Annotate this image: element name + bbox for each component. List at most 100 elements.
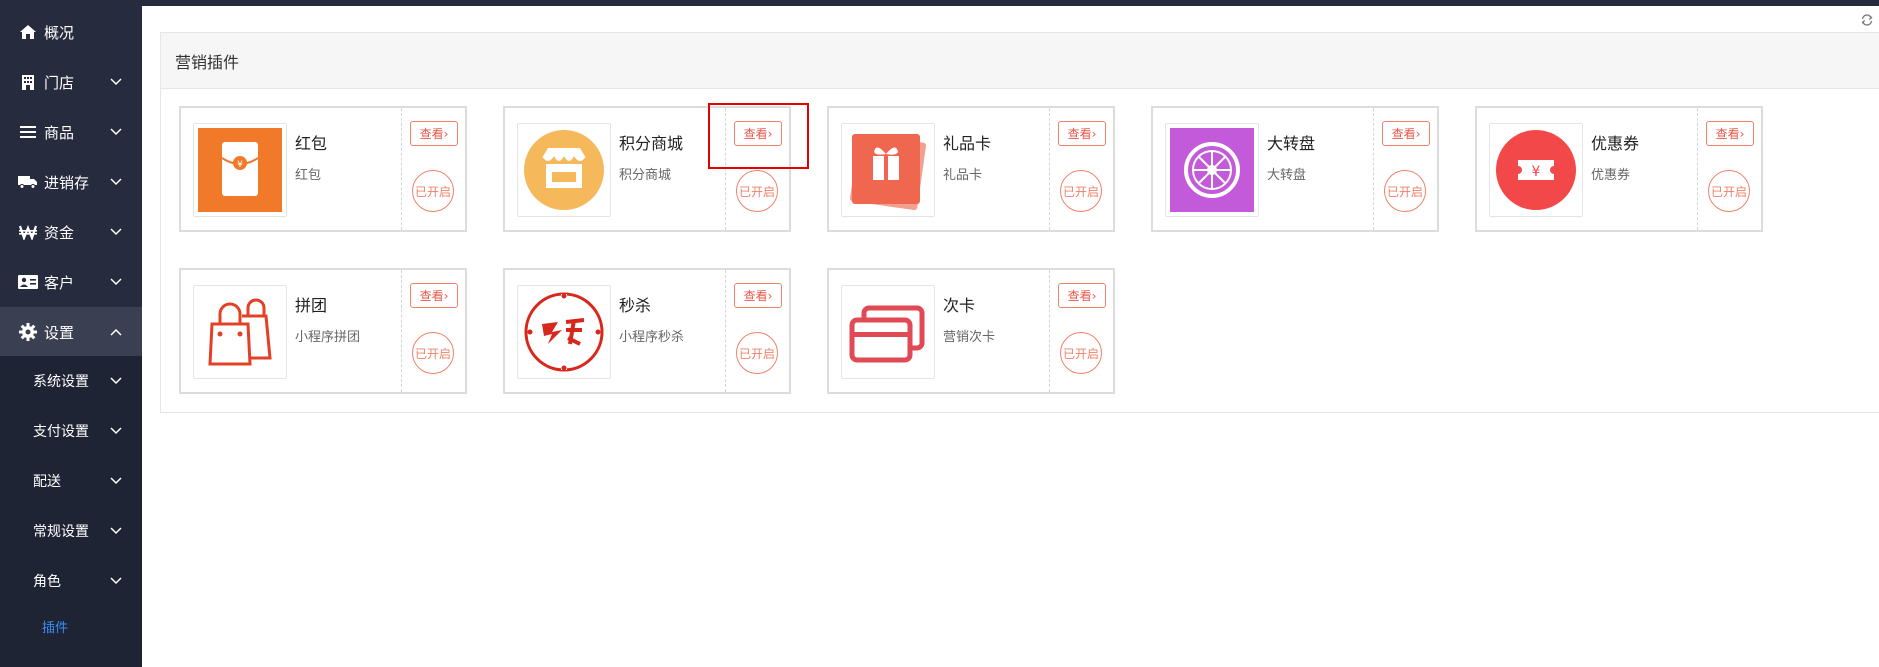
view-button[interactable]: 查看 › [410,121,458,146]
plugin-description: 大转盘 [1267,168,1307,183]
sidebar-item-label: 客户 [44,273,75,292]
sidebar-item-inventory[interactable]: 进销存 [0,157,142,207]
submenu-item-system-settings[interactable]: 系统设置 [0,356,142,406]
sidebar: 概况 门店 商品 进销存 资金 客户 设置 系统设置 支付设置 配送 常规设置 … [0,0,142,667]
submenu-item-label: 角色 [33,574,61,590]
chevron-right-icon: › [1415,126,1421,141]
gear-icon [18,323,38,341]
view-button[interactable]: 查看 › [734,283,782,308]
submenu-item-general-settings[interactable]: 常规设置 [0,506,142,556]
status-badge: 已开启 [736,170,778,212]
divider [725,270,726,392]
divider [1697,108,1698,230]
shopping-bags-icon [193,285,287,379]
plugin-title: 拼团 [295,296,328,315]
view-button[interactable]: 查看 › [1706,121,1754,146]
status-badge: 已开启 [1060,332,1102,374]
submenu-item-plugins[interactable]: 插件 [0,608,142,644]
top-bar [142,0,1879,6]
submenu-item-roles[interactable]: 角色 [0,556,142,606]
view-button-label: 查看 [743,289,768,303]
view-button[interactable]: 查看 › [1382,121,1430,146]
plugin-card-group-buy: 拼团 小程序拼团 查看 › 已开启 [179,268,467,394]
chevron-right-icon: › [443,288,449,303]
divider [1049,108,1050,230]
plugin-title: 大转盘 [1267,134,1316,153]
view-button[interactable]: 查看 › [1058,283,1106,308]
divider [725,108,726,230]
chevron-up-icon [110,326,122,338]
view-button-label: 查看 [419,127,444,141]
submenu-item-payment-settings[interactable]: 支付设置 [0,406,142,456]
view-button-label: 查看 [743,127,768,141]
sidebar-item-funds[interactable]: 资金 [0,207,142,257]
plugin-description: 红包 [295,168,322,183]
chevron-down-icon [110,276,122,288]
wheel-icon [1165,123,1259,217]
view-button-label: 查看 [1067,289,1092,303]
chevron-down-icon [110,525,122,537]
plugin-title: 秒杀 [619,296,652,315]
plugin-title: 积分商城 [619,134,684,153]
red-envelope-icon: ¥ [193,123,287,217]
plugin-card-flash-sale: 秒杀 小程序秒杀 查看 › 已开启 [503,268,791,394]
chevron-down-icon [110,226,122,238]
divider [401,270,402,392]
home-icon [18,23,38,41]
plugin-description: 礼品卡 [943,168,983,183]
flash-sale-icon [517,285,611,379]
divider [401,108,402,230]
plugin-title: 次卡 [943,296,976,315]
chevron-down-icon [110,425,122,437]
status-badge: 已开启 [412,332,454,374]
refresh-icon[interactable] [1860,12,1874,26]
plugin-title: 礼品卡 [943,134,992,153]
sidebar-item-label: 商品 [44,123,75,142]
gift-card-icon [841,123,935,217]
sidebar-item-label: 进销存 [44,173,90,192]
list-icon [18,123,38,141]
svg-text:¥: ¥ [237,160,243,170]
svg-text:¥: ¥ [1532,164,1541,180]
submenu-item-label: 插件 [42,620,69,636]
sidebar-item-label: 概况 [44,23,75,42]
plugin-description: 优惠券 [1591,168,1631,183]
store-icon [517,123,611,217]
sidebar-item-settings[interactable]: 设置 [0,307,142,357]
chevron-right-icon: › [1739,126,1745,141]
chevron-down-icon [110,76,122,88]
won-icon [18,223,38,241]
sidebar-item-stores[interactable]: 门店 [0,57,142,107]
chevron-right-icon: › [767,288,773,303]
plugin-description: 营销次卡 [943,330,996,345]
plugin-card-lucky-wheel: 大转盘 大转盘 查看 › 已开启 [1151,106,1439,232]
chevron-right-icon: › [1091,126,1097,141]
sidebar-item-products[interactable]: 商品 [0,107,142,157]
truck-icon [18,173,38,191]
plugin-card-red-envelope: ¥ 红包 红包 查看 › 已开启 [179,106,467,232]
building-icon [18,73,38,91]
sidebar-item-overview[interactable]: 概况 [0,7,142,57]
chevron-down-icon [110,375,122,387]
sidebar-item-customers[interactable]: 客户 [0,257,142,307]
chevron-right-icon: › [443,126,449,141]
divider [1049,270,1050,392]
sidebar-item-label: 资金 [44,223,75,242]
divider [1373,108,1374,230]
plugin-title: 红包 [295,134,328,153]
plugin-description: 积分商城 [619,168,672,183]
plugin-card-coupon: ¥ 优惠券 优惠券 查看 › 已开启 [1475,106,1763,232]
view-button[interactable]: 查看 › [734,121,782,146]
view-button[interactable]: 查看 › [1058,121,1106,146]
chevron-down-icon [110,475,122,487]
coupon-icon: ¥ [1489,123,1583,217]
sidebar-item-label: 门店 [44,73,75,92]
plugin-title: 优惠券 [1591,134,1640,153]
plugin-card-points-mall: 积分商城 积分商城 查看 › 已开启 [503,106,791,232]
view-button[interactable]: 查看 › [410,283,458,308]
plugin-description: 小程序秒杀 [619,330,685,345]
submenu-item-delivery[interactable]: 配送 [0,456,142,506]
submenu-item-label: 支付设置 [33,424,89,440]
submenu-item-label: 常规设置 [33,524,89,540]
cards-icon [841,285,935,379]
